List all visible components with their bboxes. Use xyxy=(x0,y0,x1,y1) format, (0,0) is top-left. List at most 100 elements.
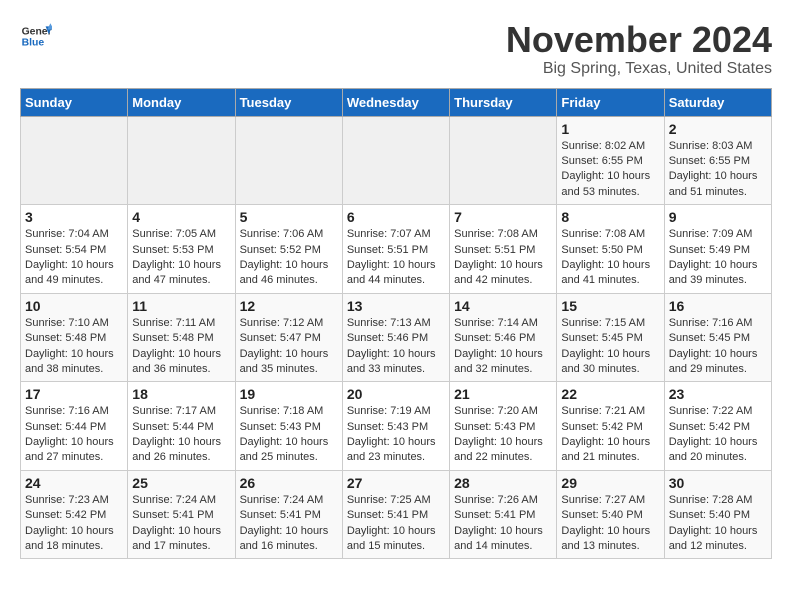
day-info: Sunrise: 7:23 AM Sunset: 5:42 PM Dayligh… xyxy=(25,493,123,555)
day-number: 19 xyxy=(240,386,338,402)
calendar-week-4: 24Sunrise: 7:23 AM Sunset: 5:42 PM Dayli… xyxy=(21,470,772,559)
calendar-cell: 3Sunrise: 7:04 AM Sunset: 5:54 PM Daylig… xyxy=(21,205,128,294)
calendar-cell: 25Sunrise: 7:24 AM Sunset: 5:41 PM Dayli… xyxy=(128,470,235,559)
calendar-cell: 2Sunrise: 8:03 AM Sunset: 6:55 PM Daylig… xyxy=(664,116,771,205)
calendar-cell: 24Sunrise: 7:23 AM Sunset: 5:42 PM Dayli… xyxy=(21,470,128,559)
calendar-cell: 14Sunrise: 7:14 AM Sunset: 5:46 PM Dayli… xyxy=(450,293,557,382)
calendar-cell: 8 Sunrise: 7:08 AM Sunset: 5:50 PM Daylig… xyxy=(557,205,664,294)
day-number: 6 xyxy=(347,209,445,225)
day-info: Sunrise: 8:03 AM Sunset: 6:55 PM Dayligh… xyxy=(669,139,767,201)
column-header-saturday: Saturday xyxy=(664,88,771,116)
calendar-cell: 15 Sunrise: 7:15 AM Sunset: 5:45 PM Dayli… xyxy=(557,293,664,382)
day-number: 15 xyxy=(561,298,659,314)
day-info: Sunrise: 7:22 AM Sunset: 5:42 PM Dayligh… xyxy=(669,404,767,466)
day-info: Sunrise: 7:06 AM Sunset: 5:52 PM Dayligh… xyxy=(240,227,338,289)
day-info: Sunrise: 7:16 AM Sunset: 5:45 PM Dayligh… xyxy=(669,316,767,378)
calendar-cell xyxy=(450,116,557,205)
day-info: Sunrise: 8:02 AM Sunset: 6:55 PM Dayligh… xyxy=(561,139,659,201)
calendar-cell: 10Sunrise: 7:10 AM Sunset: 5:48 PM Dayli… xyxy=(21,293,128,382)
column-header-monday: Monday xyxy=(128,88,235,116)
column-header-wednesday: Wednesday xyxy=(342,88,449,116)
day-number: 23 xyxy=(669,386,767,402)
logo-icon: General Blue xyxy=(20,20,52,52)
day-number: 14 xyxy=(454,298,552,314)
day-number: 18 xyxy=(132,386,230,402)
calendar-week-0: 1 Sunrise: 8:02 AM Sunset: 6:55 PM Daylig… xyxy=(21,116,772,205)
calendar-cell: 27 Sunrise: 7:25 AM Sunset: 5:41 PM Dayli… xyxy=(342,470,449,559)
calendar-cell: 13 Sunrise: 7:13 AM Sunset: 5:46 PM Dayli… xyxy=(342,293,449,382)
calendar-week-3: 17 Sunrise: 7:16 AM Sunset: 5:44 PM Dayli… xyxy=(21,382,772,471)
calendar-cell: 16Sunrise: 7:16 AM Sunset: 5:45 PM Dayli… xyxy=(664,293,771,382)
day-info: Sunrise: 7:17 AM Sunset: 5:44 PM Dayligh… xyxy=(132,404,230,466)
day-info: Sunrise: 7:24 AM Sunset: 5:41 PM Dayligh… xyxy=(132,493,230,555)
day-number: 27 xyxy=(347,475,445,491)
column-header-friday: Friday xyxy=(557,88,664,116)
calendar-cell: 18 Sunrise: 7:17 AM Sunset: 5:44 PM Dayli… xyxy=(128,382,235,471)
day-number: 29 xyxy=(561,475,659,491)
calendar-cell: 12Sunrise: 7:12 AM Sunset: 5:47 PM Dayli… xyxy=(235,293,342,382)
calendar-cell: 11 Sunrise: 7:11 AM Sunset: 5:48 PM Dayli… xyxy=(128,293,235,382)
calendar-cell: 19 Sunrise: 7:18 AM Sunset: 5:43 PM Dayli… xyxy=(235,382,342,471)
day-number: 7 xyxy=(454,209,552,225)
calendar-week-2: 10Sunrise: 7:10 AM Sunset: 5:48 PM Dayli… xyxy=(21,293,772,382)
day-info: Sunrise: 7:13 AM Sunset: 5:46 PM Dayligh… xyxy=(347,316,445,378)
day-info: Sunrise: 7:27 AM Sunset: 5:40 PM Dayligh… xyxy=(561,493,659,555)
day-number: 21 xyxy=(454,386,552,402)
title-area: November 2024 Big Spring, Texas, United … xyxy=(506,20,772,78)
column-header-sunday: Sunday xyxy=(21,88,128,116)
day-info: Sunrise: 7:21 AM Sunset: 5:42 PM Dayligh… xyxy=(561,404,659,466)
day-info: Sunrise: 7:04 AM Sunset: 5:54 PM Dayligh… xyxy=(25,227,123,289)
day-info: Sunrise: 7:07 AM Sunset: 5:51 PM Dayligh… xyxy=(347,227,445,289)
day-info: Sunrise: 7:15 AM Sunset: 5:45 PM Dayligh… xyxy=(561,316,659,378)
column-header-thursday: Thursday xyxy=(450,88,557,116)
day-number: 8 xyxy=(561,209,659,225)
day-number: 20 xyxy=(347,386,445,402)
day-info: Sunrise: 7:11 AM Sunset: 5:48 PM Dayligh… xyxy=(132,316,230,378)
column-header-tuesday: Tuesday xyxy=(235,88,342,116)
day-info: Sunrise: 7:08 AM Sunset: 5:51 PM Dayligh… xyxy=(454,227,552,289)
day-info: Sunrise: 7:19 AM Sunset: 5:43 PM Dayligh… xyxy=(347,404,445,466)
calendar-cell xyxy=(235,116,342,205)
calendar-cell: 4 Sunrise: 7:05 AM Sunset: 5:53 PM Daylig… xyxy=(128,205,235,294)
day-number: 17 xyxy=(25,386,123,402)
day-info: Sunrise: 7:05 AM Sunset: 5:53 PM Dayligh… xyxy=(132,227,230,289)
calendar-cell: 6 Sunrise: 7:07 AM Sunset: 5:51 PM Daylig… xyxy=(342,205,449,294)
svg-text:Blue: Blue xyxy=(22,38,45,49)
location: Big Spring, Texas, United States xyxy=(506,60,772,78)
day-info: Sunrise: 7:25 AM Sunset: 5:41 PM Dayligh… xyxy=(347,493,445,555)
calendar-cell: 9 Sunrise: 7:09 AM Sunset: 5:49 PM Daylig… xyxy=(664,205,771,294)
calendar-cell: 28Sunrise: 7:26 AM Sunset: 5:41 PM Dayli… xyxy=(450,470,557,559)
day-info: Sunrise: 7:20 AM Sunset: 5:43 PM Dayligh… xyxy=(454,404,552,466)
day-number: 13 xyxy=(347,298,445,314)
calendar-cell: 7 Sunrise: 7:08 AM Sunset: 5:51 PM Daylig… xyxy=(450,205,557,294)
calendar-cell: 5 Sunrise: 7:06 AM Sunset: 5:52 PM Daylig… xyxy=(235,205,342,294)
calendar-cell xyxy=(342,116,449,205)
day-number: 4 xyxy=(132,209,230,225)
calendar-cell: 20 Sunrise: 7:19 AM Sunset: 5:43 PM Dayli… xyxy=(342,382,449,471)
day-number: 9 xyxy=(669,209,767,225)
day-info: Sunrise: 7:16 AM Sunset: 5:44 PM Dayligh… xyxy=(25,404,123,466)
day-info: Sunrise: 7:10 AM Sunset: 5:48 PM Dayligh… xyxy=(25,316,123,378)
day-number: 11 xyxy=(132,298,230,314)
header-row: SundayMondayTuesdayWednesdayThursdayFrid… xyxy=(21,88,772,116)
day-number: 30 xyxy=(669,475,767,491)
calendar-cell: 22 Sunrise: 7:21 AM Sunset: 5:42 PM Dayli… xyxy=(557,382,664,471)
calendar-cell: 30Sunrise: 7:28 AM Sunset: 5:40 PM Dayli… xyxy=(664,470,771,559)
day-info: Sunrise: 7:18 AM Sunset: 5:43 PM Dayligh… xyxy=(240,404,338,466)
day-number: 22 xyxy=(561,386,659,402)
day-number: 1 xyxy=(561,121,659,137)
calendar-cell xyxy=(128,116,235,205)
page-container: General Blue November 2024 Big Spring, T… xyxy=(0,0,792,569)
day-info: Sunrise: 7:24 AM Sunset: 5:41 PM Dayligh… xyxy=(240,493,338,555)
day-number: 5 xyxy=(240,209,338,225)
day-info: Sunrise: 7:08 AM Sunset: 5:50 PM Dayligh… xyxy=(561,227,659,289)
calendar-cell xyxy=(21,116,128,205)
month-title: November 2024 xyxy=(506,20,772,60)
calendar-week-1: 3Sunrise: 7:04 AM Sunset: 5:54 PM Daylig… xyxy=(21,205,772,294)
header-area: General Blue November 2024 Big Spring, T… xyxy=(20,20,772,78)
calendar-cell: 29 Sunrise: 7:27 AM Sunset: 5:40 PM Dayli… xyxy=(557,470,664,559)
calendar-cell: 23 Sunrise: 7:22 AM Sunset: 5:42 PM Dayli… xyxy=(664,382,771,471)
day-number: 12 xyxy=(240,298,338,314)
day-info: Sunrise: 7:09 AM Sunset: 5:49 PM Dayligh… xyxy=(669,227,767,289)
day-number: 28 xyxy=(454,475,552,491)
